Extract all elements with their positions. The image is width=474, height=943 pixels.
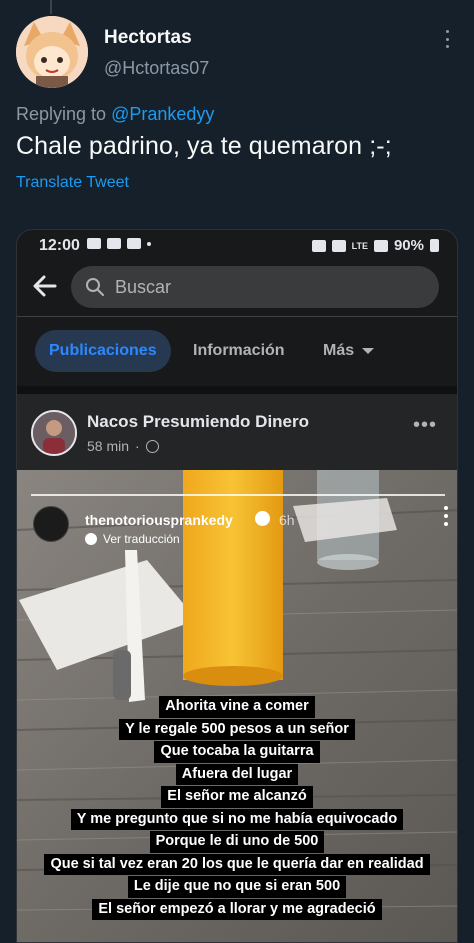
battery-icon	[430, 239, 439, 252]
story-username: thenotoriousprankedy	[85, 512, 233, 528]
caption-line: Que si tal vez eran 20 los que le quería…	[44, 853, 430, 875]
dot-separator: ·	[135, 438, 140, 454]
caption-line: Afuera del lugar	[175, 763, 299, 785]
tweet-media-image[interactable]: 12:00 LTE 90% Publicacio	[16, 229, 458, 943]
caption-line: El señor me alcanzó	[161, 786, 313, 808]
thread-line	[50, 0, 52, 14]
avatar-illustration	[16, 16, 88, 88]
tab-informacion[interactable]: Información	[193, 330, 285, 372]
user-handle[interactable]: @Hctortas07	[104, 58, 209, 79]
translate-bubble-icon	[85, 533, 97, 545]
alarm-icon	[311, 239, 326, 252]
search-input[interactable]	[115, 276, 415, 298]
section-separator	[17, 386, 457, 394]
display-name[interactable]: Hectortas	[104, 27, 192, 49]
story-time: 6h	[279, 512, 295, 528]
tab-mas-label: Más	[323, 342, 355, 359]
translate-tweet-link[interactable]: Translate Tweet	[16, 174, 129, 192]
notification-icons	[87, 238, 151, 249]
caption-line: Que tocaba la guitarra	[154, 741, 320, 763]
instagram-icon	[107, 238, 121, 249]
post-more-icon[interactable]: •••	[413, 414, 437, 437]
page-avatar[interactable]	[31, 410, 77, 456]
story-avatar	[33, 506, 69, 542]
more-options-icon[interactable]	[440, 28, 454, 50]
story-captions: Ahorita vine a comer Y le regale 500 pes…	[17, 696, 457, 920]
page-avatar-illustration	[33, 412, 75, 454]
discord-icon	[127, 238, 141, 249]
replying-to-link[interactable]: @Prankedyy	[111, 104, 214, 124]
story-more-icon	[443, 506, 449, 526]
caption-line: Y me pregunto que si no me había equivoc…	[70, 808, 404, 830]
replying-to: Replying to @Prankedyy	[16, 104, 214, 125]
tab-mas[interactable]: Más	[323, 330, 375, 372]
globe-icon	[145, 439, 159, 453]
caption-line: Y le regale 500 pesos a un señor	[119, 718, 355, 740]
story-translate: Ver traducción	[85, 532, 180, 546]
caret-down-icon	[362, 347, 375, 354]
fb-top-bar	[17, 262, 457, 314]
divider	[17, 316, 457, 317]
post-photo[interactable]: thenotoriousprankedy 6h Ver traducción A…	[17, 470, 457, 942]
caption-line: Ahorita vine a comer	[159, 696, 315, 718]
youtube-icon	[87, 238, 101, 249]
search-field[interactable]	[71, 266, 439, 308]
search-icon	[86, 278, 104, 296]
story-progress-bar	[31, 494, 445, 496]
status-right: LTE 90%	[311, 237, 439, 254]
caption-line: Le dije que no que si eran 500	[127, 876, 347, 898]
caption-line: El señor empezó a llorar y me agradeció	[92, 898, 382, 920]
page-tabs: Publicaciones Información Más	[17, 328, 457, 374]
post-meta: 58 min ·	[87, 438, 159, 454]
phone-status-bar: 12:00 LTE 90%	[17, 230, 457, 262]
tab-publicaciones[interactable]: Publicaciones	[35, 330, 171, 372]
signal-icon	[373, 239, 388, 252]
post-header: Nacos Presumiendo Dinero 58 min · •••	[17, 394, 457, 470]
story-translate-label: Ver traducción	[103, 532, 180, 546]
wifi-icon	[331, 239, 346, 252]
tweet-text: Chale padrino, ya te quemaron ;-;	[16, 132, 392, 160]
replying-prefix: Replying to	[16, 104, 107, 124]
user-avatar[interactable]	[16, 16, 88, 88]
page-name[interactable]: Nacos Presumiendo Dinero	[87, 412, 309, 432]
post-time[interactable]: 58 min	[87, 438, 129, 454]
status-time: 12:00	[39, 237, 80, 254]
more-notifications-icon	[147, 241, 151, 246]
back-arrow-icon[interactable]	[31, 272, 59, 300]
network-label: LTE	[351, 240, 368, 251]
caption-line: Porque le di uno de 500	[149, 831, 325, 853]
battery-percent: 90%	[393, 237, 424, 254]
verified-badge-icon	[255, 511, 270, 526]
